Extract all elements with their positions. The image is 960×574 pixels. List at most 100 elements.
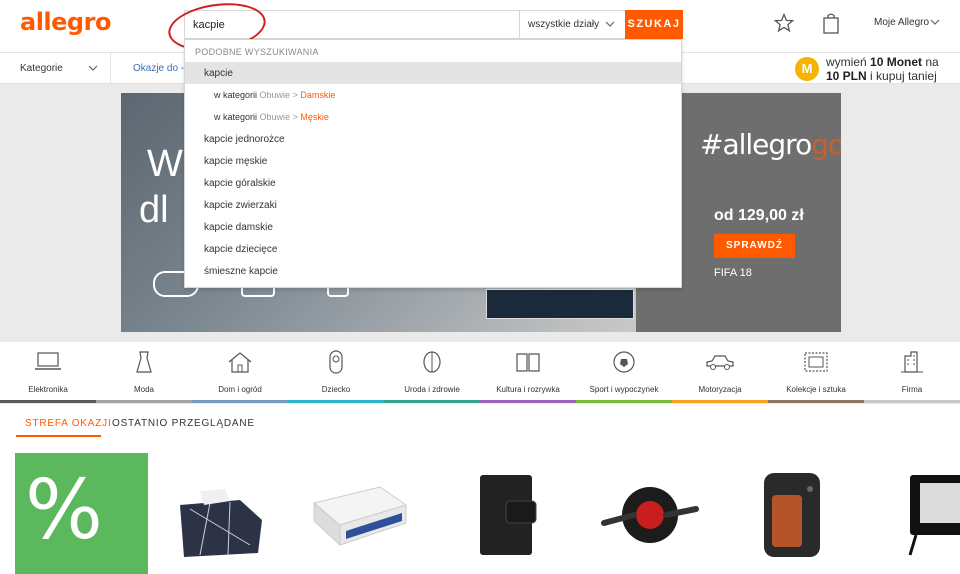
category-label: Firma — [901, 385, 923, 394]
suggestion-category-item[interactable]: w kategorii Obuwie > Męskie — [185, 106, 681, 128]
category-kids[interactable]: Dziecko — [288, 342, 384, 403]
chevron-down-icon — [88, 61, 98, 78]
category-label: Elektronika — [28, 385, 68, 394]
chevron-down-icon — [605, 17, 615, 34]
dress-icon — [129, 350, 159, 374]
house-icon — [225, 350, 255, 374]
book-icon — [513, 350, 543, 374]
suggestion-path: Obuwie > — [259, 112, 298, 122]
category-color-bar — [0, 400, 96, 403]
promo-text: i kupuj taniej — [866, 69, 937, 83]
department-label: wszystkie działy — [528, 19, 600, 30]
hashtag-text: #allegro — [700, 128, 812, 161]
tab-deals[interactable]: STREFA OKAZJI — [25, 418, 112, 429]
promo-text: wymień — [826, 55, 871, 69]
category-label: Dziecko — [321, 385, 351, 394]
check-button[interactable]: SPRAWDŹ — [714, 234, 795, 258]
category-label: Dom i ogród — [218, 385, 262, 394]
ball-icon — [609, 350, 639, 374]
category-fashion[interactable]: Moda — [96, 342, 192, 403]
suggestion-text: kapcie męskie — [204, 156, 268, 167]
category-label: Motoryzacja — [698, 385, 742, 394]
category-collections[interactable]: Kolekcje i sztuka — [768, 342, 864, 403]
laptop-icon — [33, 350, 63, 374]
suggestion-category-item[interactable]: w kategorii Obuwie > Damskie — [185, 84, 681, 106]
suggestion-prefix: w kategorii — [214, 112, 258, 122]
banner-headline: W — [147, 143, 183, 185]
category-home[interactable]: Dom i ogród — [192, 342, 288, 403]
category-label: Kolekcje i sztuka — [786, 385, 846, 394]
suggestion-text: śmieszne kapcie — [204, 266, 278, 277]
promo-text: na — [922, 55, 939, 69]
tab-recently-viewed[interactable]: OSTATNIO PRZEGLĄDANE — [112, 418, 255, 429]
coin-icon: M — [795, 57, 819, 81]
category-electronics[interactable]: Elektronika — [0, 342, 96, 403]
suggestion-target: Damskie — [300, 90, 336, 100]
suggestion-item[interactable]: kapcie — [185, 62, 681, 84]
suggestion-target: Męskie — [300, 112, 329, 122]
suggestion-text: kapcie zwierzaki — [204, 200, 277, 211]
suggestion-item[interactable]: kapcie męskie — [185, 150, 681, 172]
category-color-bar — [192, 400, 288, 403]
product-bedding[interactable] — [170, 465, 270, 565]
star-icon[interactable] — [773, 12, 795, 33]
baby-icon — [321, 350, 351, 374]
suggestion-text: kapcie dziecięce — [204, 244, 278, 255]
category-strip: Elektronika Moda Dom i ogród Dziecko Uro… — [0, 342, 960, 403]
suggestion-item[interactable]: kapcie dziecięce — [185, 238, 681, 260]
product-carousel: % — [0, 437, 960, 574]
promo-bold: 10 Monet — [870, 55, 923, 69]
banner-headline: dl — [139, 189, 169, 231]
suggestion-item[interactable]: kapcie jednorożce — [185, 128, 681, 150]
category-color-bar — [96, 400, 192, 403]
category-color-bar — [384, 400, 480, 403]
category-beauty[interactable]: Uroda i zdrowie — [384, 342, 480, 403]
category-culture[interactable]: Kultura i rozrywka — [480, 342, 576, 403]
account-menu[interactable]: Moje Allegro — [874, 17, 929, 28]
suggestion-prefix: w kategorii — [214, 90, 258, 100]
coins-promo[interactable]: wymień 10 Monet na 10 PLN i kupuj taniej — [826, 55, 939, 83]
category-color-bar — [864, 400, 960, 403]
category-color-bar — [768, 400, 864, 403]
product-mattress[interactable] — [310, 465, 410, 565]
hashtag-tail: go — [811, 128, 841, 161]
suggestion-path: Obuwie > — [259, 90, 298, 100]
category-color-bar — [288, 400, 384, 403]
suggestions-heading: PODOBNE WYSZUKIWANIA — [195, 47, 319, 57]
allegro-logo[interactable]: allegro — [20, 8, 111, 36]
category-sport[interactable]: Sport i wypoczynek — [576, 342, 672, 403]
banner-product: FIFA 18 — [714, 267, 752, 279]
deals-tile[interactable]: % — [15, 453, 148, 574]
stamp-icon — [801, 350, 831, 374]
shopping-bag-icon[interactable] — [822, 12, 840, 34]
banner-hashtag: #allegrogo — [700, 128, 841, 161]
category-label: Moda — [133, 385, 154, 394]
suggestion-item[interactable]: kapcie zwierzaki — [185, 194, 681, 216]
search-button[interactable]: SZUKAJ — [625, 10, 683, 39]
category-business[interactable]: Firma — [864, 342, 960, 403]
chevron-down-icon — [930, 15, 940, 32]
banner-price: od 129,00 zł — [714, 207, 804, 224]
percent-icon: % — [25, 463, 103, 558]
suggestion-item[interactable]: kapcie damskie — [185, 216, 681, 238]
category-label: Kultura i rozrywka — [496, 385, 560, 394]
tab-bar: STREFA OKAZJI OSTATNIO PRZEGLĄDANE — [0, 404, 960, 437]
category-automotive[interactable]: Motoryzacja — [672, 342, 768, 403]
category-color-bar — [480, 400, 576, 403]
suggestion-item[interactable]: śmieszne kapcie — [185, 260, 681, 282]
car-icon — [705, 350, 735, 374]
product-floodlight[interactable] — [900, 465, 960, 565]
product-ab-roller[interactable] — [600, 465, 700, 565]
category-color-bar — [672, 400, 768, 403]
categories-label: Kategorie — [20, 63, 63, 74]
product-heater[interactable] — [750, 465, 850, 565]
category-color-bar — [576, 400, 672, 403]
category-label: Sport i wypoczynek — [589, 385, 659, 394]
building-icon — [897, 350, 927, 374]
suggestion-text: kapcie damskie — [204, 222, 273, 233]
suggestion-text: kapcie — [204, 68, 233, 79]
game-box-image — [486, 289, 634, 319]
face-icon — [417, 350, 447, 374]
suggestion-item[interactable]: kapcie góralskie — [185, 172, 681, 194]
product-wallet[interactable] — [470, 465, 570, 565]
